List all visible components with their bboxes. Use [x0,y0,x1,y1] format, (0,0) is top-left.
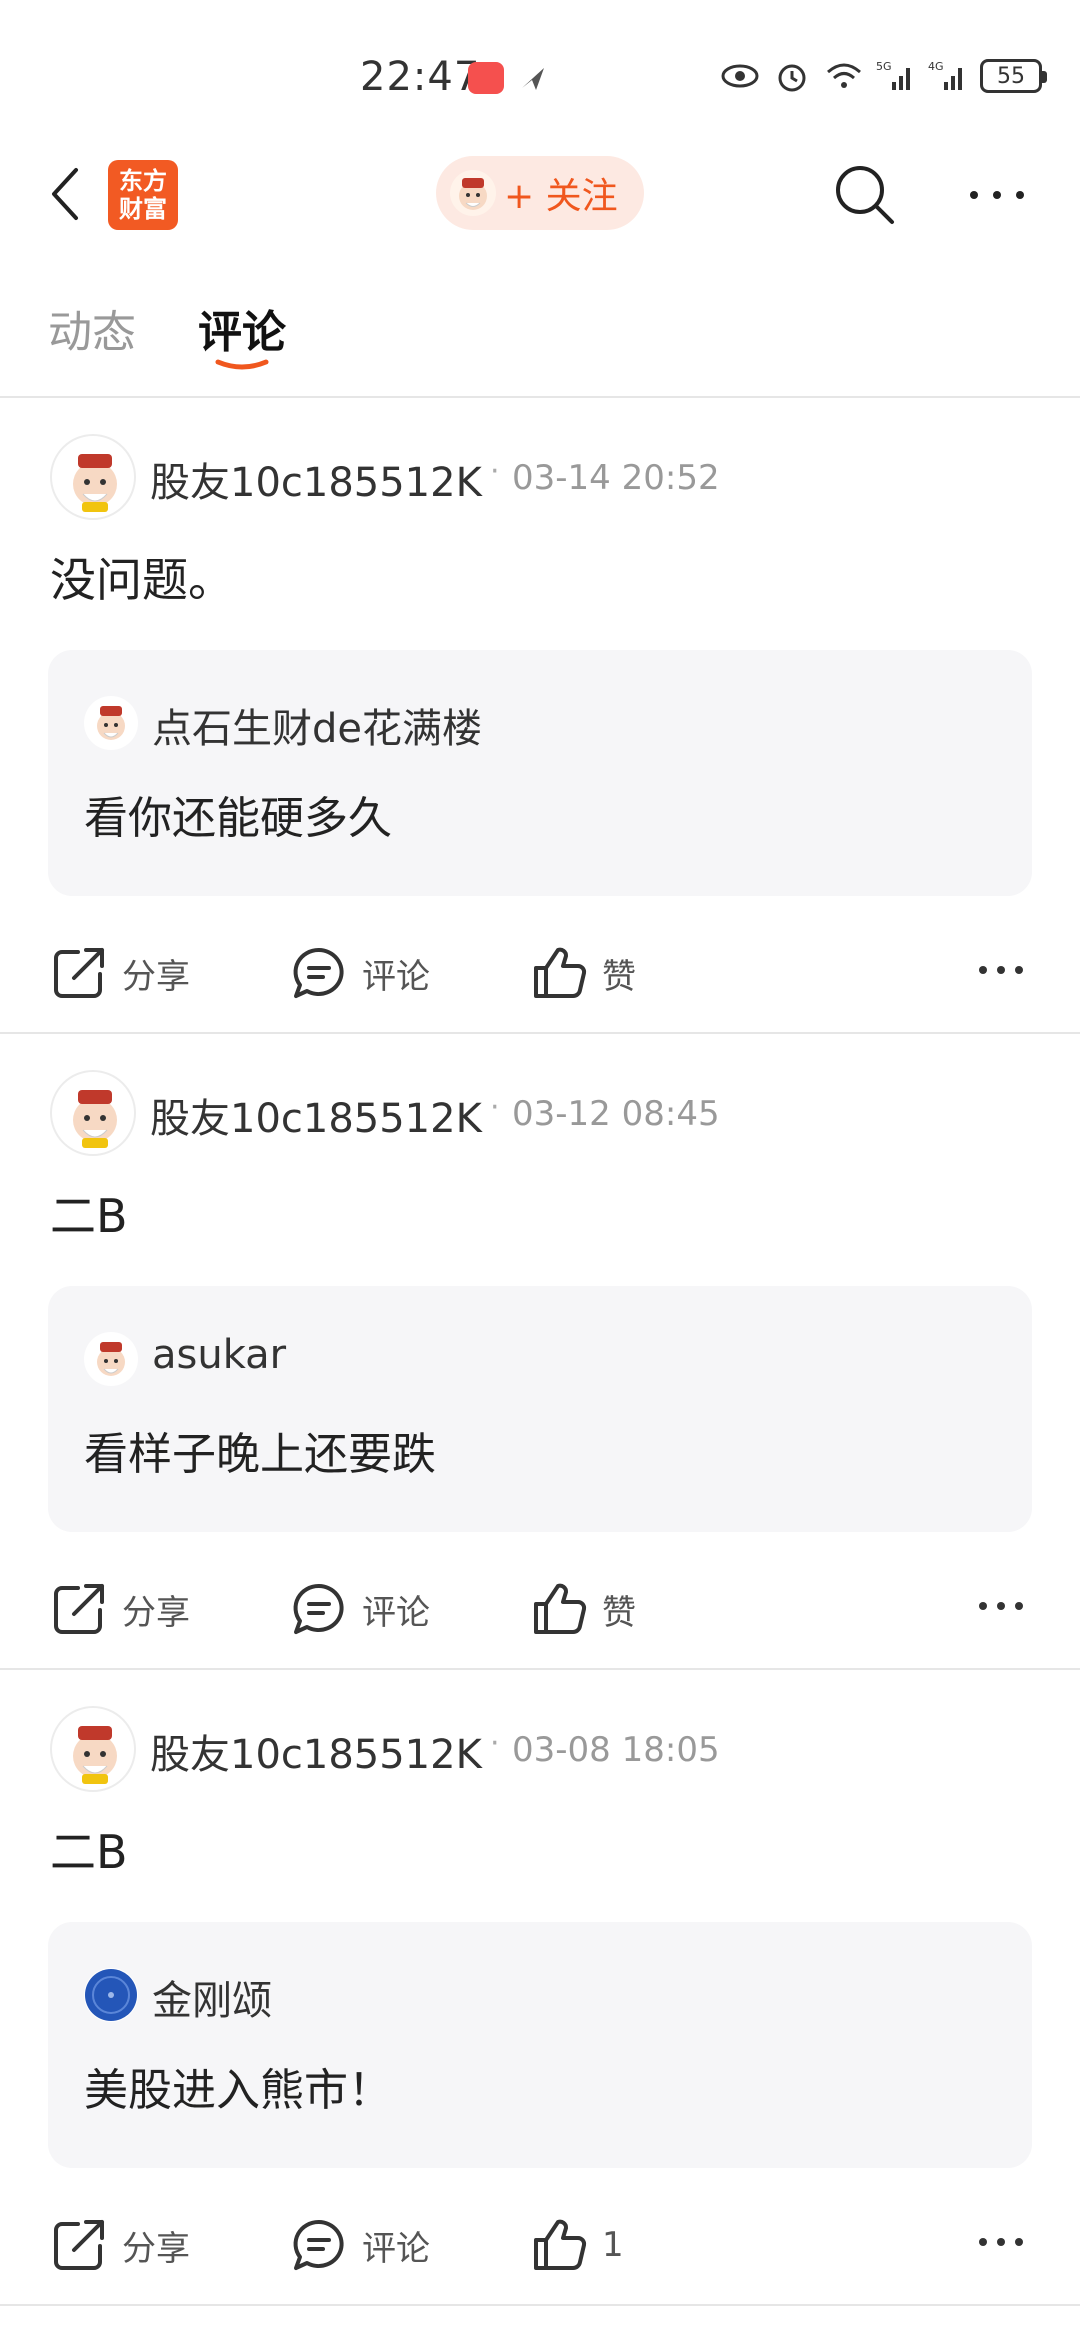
signal-5g-icon: 5G [876,60,910,90]
app-logo[interactable]: 东方 财富 [108,160,178,230]
more-icon[interactable] [976,958,1026,982]
share-button[interactable]: 分享 [50,1580,190,1638]
action-bar: 分享 评论 赞 [0,1564,1080,1654]
separator-dot: · [490,454,500,489]
follow-label: + 关注 [504,176,618,217]
avatar [450,170,496,216]
like-count: 1 [602,2225,624,2265]
comment-label: 评论 [362,1592,430,1633]
comment-label: 评论 [362,2228,430,2269]
comment-text: 二B [50,1825,128,1879]
action-bar: 分享 评论 1 [0,2200,1080,2290]
quoted-text: 看你还能硬多久 [84,793,392,844]
like-button[interactable]: 1 [530,2216,624,2274]
follow-button[interactable]: + 关注 [436,156,644,230]
comment-button[interactable]: 评论 [290,2216,430,2274]
share-label: 分享 [122,1592,190,1633]
comment-time: 03-12 08:45 [512,1094,720,1134]
wifi-icon [827,63,861,88]
tab-dynamic[interactable]: 动态 [48,296,136,360]
comment-item[interactable]: 股友10c185512K · 03-12 08:45 二B asukar 看样子… [0,1034,1080,1670]
quoted-username: 点石生财de花满楼 [152,706,482,752]
more-icon[interactable] [976,1594,1026,1618]
quoted-post[interactable]: 金刚颂 美股进入熊市！ [48,1922,1032,2168]
share-button[interactable]: 分享 [50,2216,190,2274]
comment-icon [293,2219,344,2270]
more-icon[interactable] [966,180,1028,210]
like-icon [534,2219,587,2271]
svg-text:5G: 5G [876,60,892,73]
comment-time: 03-08 18:05 [512,1730,720,1770]
comment-icon [293,1583,344,1634]
avatar[interactable] [50,434,136,520]
logo-line-1: 东方 [119,167,167,195]
share-icon [54,2220,104,2270]
like-label: 赞 [602,1592,636,1633]
like-icon [534,1583,587,1635]
comment-item[interactable]: 股友10c185512K · 03-08 18:05 二B 金刚颂 美股进入熊市… [0,1670,1080,2306]
status-bar: 22:47 5G 4G 55 [0,0,1080,150]
top-bar: 东方 财富 + 关注 [0,150,1080,280]
battery-indicator: 55 [980,59,1047,93]
like-button[interactable]: 赞 [530,944,636,1002]
comment-button[interactable]: 评论 [290,944,430,1002]
comment-username[interactable]: 股友10c185512K [150,1722,482,1780]
tab-comments[interactable]: 评论 [198,296,286,360]
search-icon[interactable] [832,162,898,228]
like-label: 赞 [602,956,636,997]
share-icon [54,948,104,998]
separator-dot: · [490,1090,500,1125]
comment-text: 没问题。 [50,553,234,607]
quoted-post[interactable]: 点石生财de花满楼 看你还能硬多久 [48,650,1032,896]
comment-icon [293,947,344,998]
avatar [84,1332,138,1386]
more-icon[interactable] [976,2230,1026,2254]
quoted-post[interactable]: asukar 看样子晚上还要跌 [48,1286,1032,1532]
quoted-text: 美股进入熊市！ [84,2065,392,2116]
svg-text:4G: 4G [928,60,944,73]
back-icon[interactable] [46,164,86,224]
tab-bar: 动态 评论 [0,280,1080,398]
quoted-username: 金刚颂 [152,1978,272,2024]
avatar[interactable] [50,1706,136,1792]
like-icon [534,947,587,999]
signal-4g-icon: 4G [928,60,962,90]
comment-item[interactable]: 股友10c185512K · 03-14 20:52 没问题。 点石生财de花满… [0,398,1080,1034]
logo-line-2: 财富 [119,195,167,223]
comment-time: 03-14 20:52 [512,458,720,498]
battery-level: 55 [997,63,1025,89]
avatar [84,1968,138,2022]
eye-icon [721,64,759,88]
share-label: 分享 [122,956,190,997]
share-label: 分享 [122,2228,190,2269]
comment-button[interactable]: 评论 [290,1580,430,1638]
active-tab-indicator [215,359,269,370]
send-notification-icon [522,68,544,90]
comment-text: 二B [50,1189,128,1243]
like-button[interactable]: 赞 [530,1580,636,1638]
status-time: 22:47 [360,54,481,100]
comment-username[interactable]: 股友10c185512K [150,450,482,508]
separator-dot: · [490,1726,500,1761]
comment-username[interactable]: 股友10c185512K [150,1086,482,1144]
alarm-icon [778,64,806,92]
share-button[interactable]: 分享 [50,944,190,1002]
app-notification-icon [468,62,504,94]
avatar[interactable] [50,1070,136,1156]
quoted-text: 看样子晚上还要跌 [84,1429,436,1480]
action-bar: 分享 评论 赞 [0,928,1080,1018]
avatar [84,696,138,750]
share-icon [54,1584,104,1634]
quoted-username: asukar [152,1332,287,1378]
comment-label: 评论 [362,956,430,997]
